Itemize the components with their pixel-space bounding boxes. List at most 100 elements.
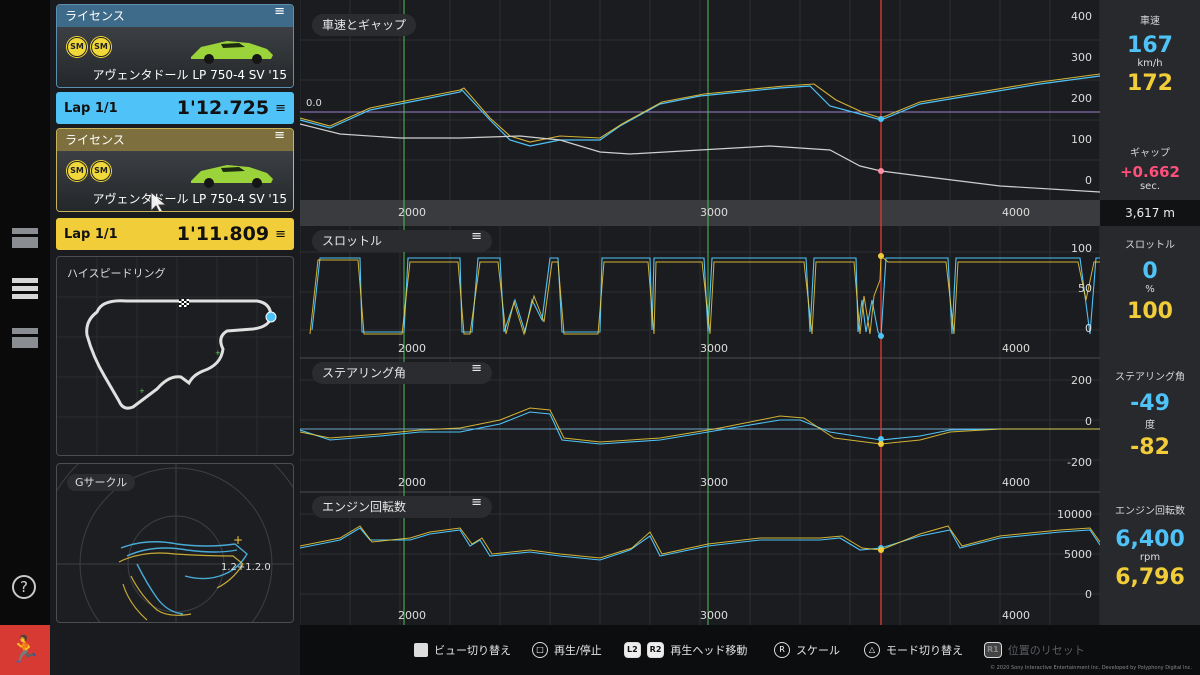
- graph-title-speed-gap[interactable]: 車速とギャップ: [312, 14, 417, 36]
- card-label: ライセンス: [65, 133, 125, 147]
- x-tick: 4000: [1002, 342, 1030, 355]
- x-tick: 3000: [700, 206, 728, 219]
- car-image: [191, 165, 273, 188]
- svg-text:+: +: [215, 349, 221, 357]
- copyright-text: © 2020 Sony Interactive Entertainment In…: [990, 665, 1192, 671]
- y-tick: 0: [1085, 322, 1092, 335]
- exit-button[interactable]: 🏃: [0, 625, 50, 675]
- x-tick: 2000: [398, 206, 426, 219]
- x-tick: 2000: [398, 476, 426, 489]
- graph-title-throttle[interactable]: スロットル ≡: [312, 230, 492, 252]
- hint-mode-switch[interactable]: △ モード切り替え: [864, 642, 963, 658]
- menu-icon[interactable]: ≡: [274, 129, 285, 151]
- y-tick: -200: [1067, 456, 1092, 469]
- steering-readout: ステアリング角 -49 度 -82: [1115, 372, 1185, 460]
- card-header: ライセンス ≡: [57, 5, 293, 27]
- svg-text:+: +: [233, 533, 243, 547]
- x-tick: 4000: [1002, 476, 1030, 489]
- y-tick: 0: [1085, 174, 1092, 187]
- graph-title-steering[interactable]: ステアリング角 ≡: [312, 362, 492, 384]
- y-tick: 300: [1071, 51, 1092, 64]
- x-tick: 2000: [398, 342, 426, 355]
- layout-stacked-icon[interactable]: [12, 278, 38, 302]
- lap-label: Lap 1/1: [64, 100, 118, 116]
- control-hints-bar: ビュー切り替え □ 再生/停止 L2 R2 再生ヘッド移動 R スケール △ モ…: [300, 625, 1200, 675]
- hint-view-switch[interactable]: ビュー切り替え: [414, 642, 511, 658]
- speed-readout: 車速 167 km/h 172: [1127, 16, 1173, 96]
- track-name: ハイスピードリング: [67, 267, 166, 280]
- layout-split-icon[interactable]: [12, 328, 38, 351]
- y-tick: 50: [1078, 282, 1092, 295]
- g-circle-panel[interactable]: + Gサークル 1.2+1.2.0: [56, 463, 294, 623]
- menu-icon[interactable]: ≡: [471, 496, 482, 518]
- hint-reset-position: R1 位置のリセット: [984, 642, 1085, 658]
- sm-badge: SM: [67, 161, 87, 181]
- menu-icon[interactable]: ≡: [275, 102, 286, 115]
- y-tick: 10000: [1057, 508, 1092, 521]
- y-tick: 200: [1071, 374, 1092, 387]
- throttle-readout: スロットル 0 % 100: [1125, 240, 1175, 324]
- r2-button-icon: R2: [646, 642, 665, 658]
- distance-readout: 3,617 m: [1100, 200, 1200, 226]
- r1-button-icon: R1: [984, 642, 1002, 658]
- layout-single-icon[interactable]: [12, 228, 38, 251]
- gap-readout: ギャップ +0.662 sec.: [1119, 148, 1180, 192]
- replay-card-2[interactable]: ライセンス ≡ SM SM アヴェンタドール LP 750-4 SV '15: [56, 128, 294, 212]
- car-image: [191, 41, 273, 64]
- menu-icon[interactable]: ≡: [275, 228, 286, 241]
- y-tick: 0: [1085, 588, 1092, 601]
- g-readout: 1.2+1.2.0: [221, 562, 271, 573]
- y-tick: 100: [1071, 133, 1092, 146]
- value-readout: 車速 167 km/h 172 ギャップ +0.662 sec. スロットル 0…: [1100, 0, 1200, 625]
- gap-zero-label: 0.0: [306, 98, 322, 109]
- touchpad-icon: [414, 643, 428, 657]
- left-panel: ライセンス ≡ SM SM アヴェンタドール LP 750-4 SV '15 L…: [50, 0, 300, 675]
- triangle-button-icon: △: [864, 642, 880, 658]
- card-body: SM SM アヴェンタドール LP 750-4 SV '15: [57, 27, 293, 87]
- menu-icon[interactable]: ≡: [274, 5, 285, 27]
- menu-icon[interactable]: ≡: [471, 230, 482, 252]
- x-tick: 4000: [1002, 609, 1030, 622]
- lap-label: Lap 1/1: [64, 226, 118, 242]
- running-man-icon: 🏃: [8, 635, 42, 665]
- telemetry-svg: [300, 0, 1100, 625]
- lap-bar-blue[interactable]: Lap 1/1 1'12.725 ≡: [56, 92, 294, 124]
- side-rail: ? 🏃: [0, 0, 50, 675]
- sm-badge: SM: [67, 37, 87, 57]
- car-name: アヴェンタドール LP 750-4 SV '15: [92, 192, 287, 206]
- y-tick: 400: [1071, 10, 1092, 23]
- telemetry-graphs[interactable]: 車速とギャップ スロットル ≡ ステアリング角 ≡ エンジン回転数 ≡ 0.0 400…: [300, 0, 1100, 625]
- y-tick: 5000: [1064, 548, 1092, 561]
- x-tick: 4000: [1002, 206, 1030, 219]
- x-tick: 3000: [700, 476, 728, 489]
- l2-button-icon: L2: [624, 642, 641, 658]
- track-map: + +: [57, 257, 293, 455]
- y-tick: 200: [1071, 92, 1092, 105]
- sm-badge: SM: [91, 161, 111, 181]
- x-tick: 3000: [700, 342, 728, 355]
- right-stick-icon: R: [774, 642, 790, 658]
- hint-play-pause[interactable]: □ 再生/停止: [532, 642, 602, 658]
- help-icon[interactable]: ?: [12, 575, 36, 599]
- menu-icon[interactable]: ≡: [471, 362, 482, 384]
- card-label: ライセンス: [65, 9, 125, 23]
- car-name: アヴェンタドール LP 750-4 SV '15: [92, 68, 287, 82]
- lap-bar-yellow[interactable]: Lap 1/1 1'11.809 ≡: [56, 218, 294, 250]
- hint-scale[interactable]: R スケール: [774, 642, 840, 658]
- lap-time: 1'11.809: [176, 223, 270, 245]
- sm-badge: SM: [91, 37, 111, 57]
- graph-title-rpm[interactable]: エンジン回転数 ≡: [312, 496, 492, 518]
- track-map-panel[interactable]: + + ハイスピードリング: [56, 256, 294, 456]
- svg-text:+: +: [139, 387, 145, 395]
- card-header: ライセンス ≡: [57, 129, 293, 151]
- replay-card-1[interactable]: ライセンス ≡ SM SM アヴェンタドール LP 750-4 SV '15: [56, 4, 294, 88]
- square-button-icon: □: [532, 642, 548, 658]
- y-tick: 100: [1071, 242, 1092, 255]
- x-tick: 2000: [398, 609, 426, 622]
- y-tick: 0: [1085, 415, 1092, 428]
- g-circle-title: Gサークル: [67, 474, 136, 491]
- rpm-readout: エンジン回転数 6,400 rpm 6,796: [1115, 506, 1185, 590]
- card-body: SM SM アヴェンタドール LP 750-4 SV '15: [57, 151, 293, 211]
- lap-time: 1'12.725: [176, 97, 270, 119]
- hint-playhead[interactable]: L2 R2 再生ヘッド移動: [624, 642, 747, 658]
